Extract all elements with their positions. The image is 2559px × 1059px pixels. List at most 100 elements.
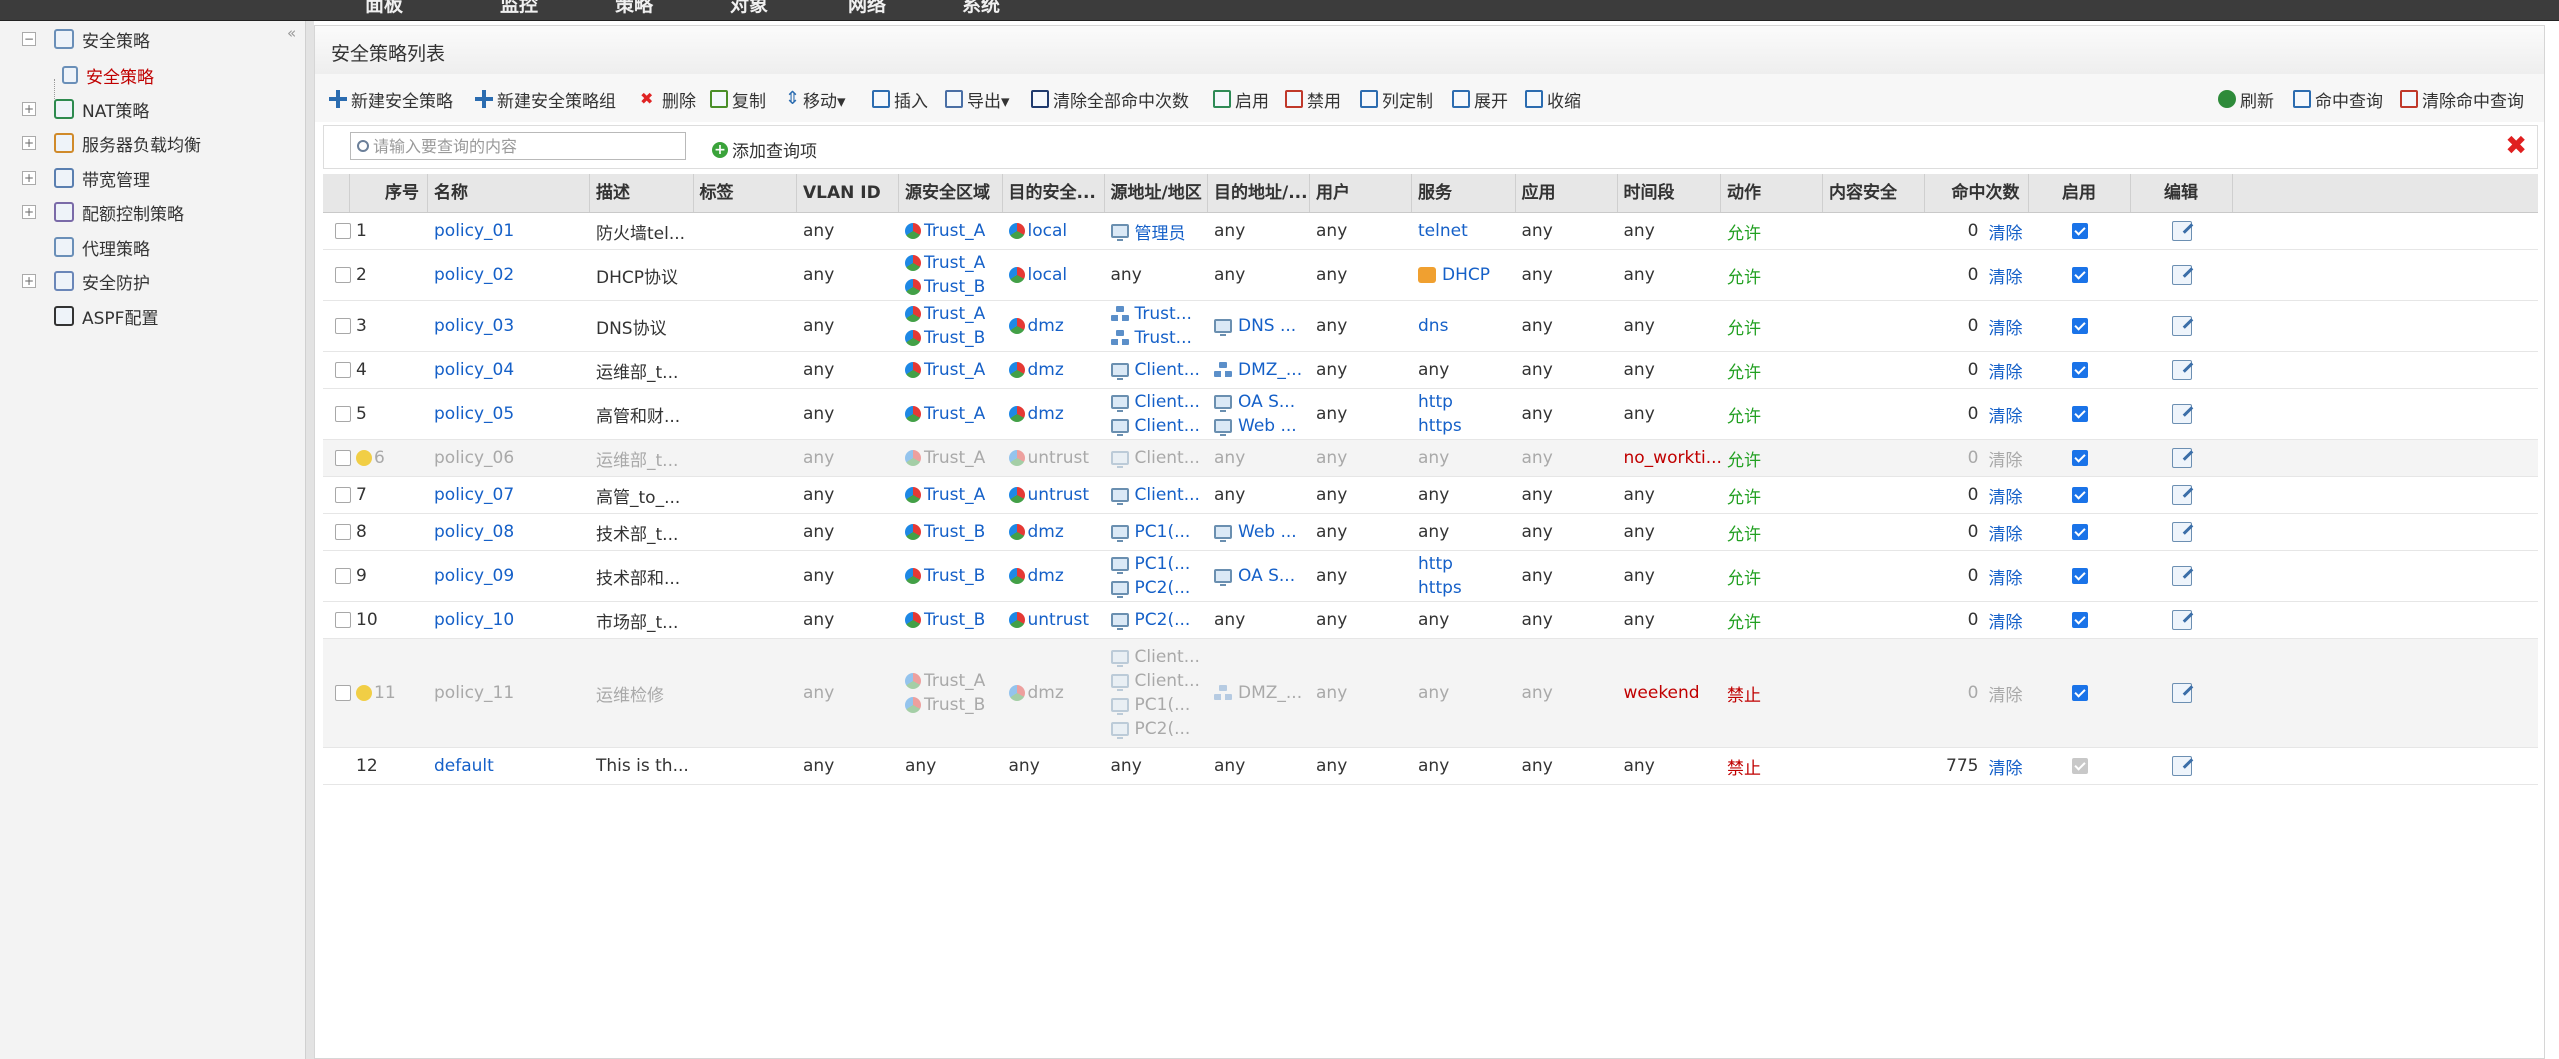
service-entry[interactable]: http [1418, 552, 1516, 576]
source-address-text[interactable]: Client... [1135, 448, 1200, 468]
service-text[interactable]: dns [1418, 316, 1448, 336]
enable-button[interactable]: 启用 [1213, 88, 1269, 112]
service-text[interactable]: http [1418, 392, 1453, 412]
row-checkbox[interactable] [335, 487, 351, 503]
search-input[interactable] [369, 135, 665, 157]
source-address-entry[interactable]: PC1(... [1110, 520, 1209, 544]
zone-entry[interactable]: untrust [1008, 446, 1105, 470]
policy-name-link[interactable]: policy_09 [434, 566, 590, 586]
enabled-checkbox[interactable] [2071, 223, 2088, 239]
enabled-checkbox[interactable] [2071, 612, 2088, 628]
zone-link[interactable]: Trust_A [924, 304, 985, 324]
policy-name-link[interactable]: policy_08 [434, 522, 590, 542]
edit-icon[interactable] [2171, 404, 2192, 424]
column-header[interactable]: 名称 [428, 174, 590, 212]
source-address-text[interactable]: PC2(... [1135, 610, 1191, 630]
edit-icon[interactable] [2171, 485, 2192, 505]
zone-link[interactable]: Trust_B [924, 522, 985, 542]
edit-icon[interactable] [2171, 448, 2192, 468]
table-row[interactable]: 10 policy_10 市场部_t... any Trust_B untrust PC2(… [323, 602, 2538, 639]
sidebar-splitter[interactable] [305, 21, 314, 1059]
source-address-entry[interactable]: Client... [1110, 446, 1209, 470]
zone-entry[interactable]: Trust_B [905, 326, 1003, 350]
service-entry[interactable]: https [1418, 414, 1516, 438]
destination-address-text[interactable]: DMZ_... [1238, 683, 1302, 703]
clear-hits-link[interactable]: 清除 [1989, 263, 2023, 288]
edit-icon[interactable] [2171, 522, 2192, 542]
column-header[interactable]: 内容安全 [1823, 174, 1925, 212]
zone-link[interactable]: Trust_A [924, 448, 985, 468]
zone-link[interactable]: local [1028, 221, 1068, 241]
policy-name-link[interactable]: policy_04 [434, 360, 590, 380]
source-address-entry[interactable]: PC2(... [1110, 576, 1209, 600]
column-header[interactable]: 用户 [1310, 174, 1412, 212]
source-address-entry[interactable]: Client... [1110, 358, 1209, 382]
zone-link[interactable]: Trust_A [924, 485, 985, 505]
enabled-checkbox[interactable] [2071, 267, 2088, 283]
expand-button[interactable]: 展开 [1452, 88, 1508, 112]
topnav-item[interactable]: 策略 [615, 0, 653, 17]
source-address-text[interactable]: Client... [1135, 416, 1200, 436]
zone-link[interactable]: dmz [1028, 360, 1064, 380]
policy-name-link[interactable]: policy_10 [434, 610, 590, 630]
copy-button[interactable]: 复制 [710, 88, 766, 112]
destination-address-text[interactable]: OA S... [1238, 566, 1295, 586]
destination-address-text[interactable]: Web ... [1238, 522, 1297, 542]
clear-hits-link[interactable]: 清除 [1989, 608, 2023, 633]
source-address-text[interactable]: PC1(... [1135, 554, 1191, 574]
sidebar-item[interactable]: + 安全防护 [22, 267, 150, 295]
zone-link[interactable]: Trust_A [924, 404, 985, 424]
destination-address-entry[interactable]: DMZ_... [1214, 681, 1310, 705]
zone-entry[interactable]: dmz [1008, 520, 1105, 544]
service-entry[interactable]: DHCP [1418, 263, 1516, 287]
source-address-text[interactable]: Client... [1135, 360, 1200, 380]
sidebar-item[interactable]: − 安全策略 [22, 25, 150, 53]
source-address-entry[interactable]: Client... [1110, 645, 1209, 669]
source-address-entry[interactable]: Trust... [1110, 326, 1209, 350]
collapse-button[interactable]: 收缩 [1525, 88, 1581, 112]
source-address-entry[interactable]: 管理员 [1110, 219, 1209, 244]
customize-cols-button[interactable]: 列定制 [1360, 88, 1433, 112]
sidebar-item[interactable]: 安全策略 [62, 61, 154, 89]
column-header[interactable]: VLAN ID [797, 174, 899, 212]
column-header[interactable]: 时间段 [1618, 174, 1721, 212]
table-row[interactable]: 8 policy_08 技术部_t... any Trust_B dmz PC1(... We… [323, 514, 2538, 551]
service-entry[interactable]: https [1418, 576, 1516, 600]
destination-address-entry[interactable]: OA S... [1214, 390, 1310, 414]
source-address-entry[interactable]: Client... [1110, 414, 1209, 438]
edit-icon[interactable] [2171, 566, 2192, 586]
table-row[interactable]: 2 policy_02 DHCP协议 any Trust_A Trust_B local an… [323, 250, 2538, 301]
zone-link[interactable]: Trust_B [924, 277, 985, 297]
zone-entry[interactable]: dmz [1008, 681, 1105, 705]
destination-address-text[interactable]: DNS ... [1238, 316, 1296, 336]
destination-address-entry[interactable]: OA S... [1214, 564, 1310, 588]
source-address-text[interactable]: Client... [1135, 671, 1200, 691]
column-header[interactable]: 动作 [1721, 174, 1823, 212]
export-button[interactable]: 导出▾ [945, 88, 1010, 112]
clear-hits-link[interactable]: 清除 [1989, 219, 2023, 244]
zone-entry[interactable]: Trust_B [905, 693, 1003, 717]
edit-icon[interactable] [2171, 316, 2192, 336]
collapse-icon[interactable]: − [22, 32, 36, 46]
edit-icon[interactable] [2171, 265, 2192, 285]
sidebar-item[interactable]: 代理策略 [22, 233, 150, 261]
column-header[interactable]: 描述 [590, 174, 694, 212]
zone-entry[interactable]: Trust_B [905, 564, 1003, 588]
sidebar-item[interactable]: + NAT策略 [22, 95, 149, 123]
destination-address-entry[interactable]: Web ... [1214, 414, 1310, 438]
expand-icon[interactable]: + [22, 136, 36, 150]
service-text[interactable]: telnet [1418, 221, 1468, 241]
zone-entry[interactable]: untrust [1008, 608, 1105, 632]
column-header[interactable]: 应用 [1516, 174, 1618, 212]
table-row[interactable]: 11 policy_11 运维检修 any Trust_A Trust_B dmz Clien… [323, 639, 2538, 748]
source-address-entry[interactable]: Client... [1110, 669, 1209, 693]
zone-entry[interactable]: Trust_A [905, 483, 1003, 507]
zone-link[interactable]: Trust_A [924, 671, 985, 691]
edit-icon[interactable] [2171, 610, 2192, 630]
zone-link[interactable]: Trust_B [924, 566, 985, 586]
zone-link[interactable]: dmz [1028, 566, 1064, 586]
zone-entry[interactable]: Trust_A [905, 302, 1003, 326]
topnav-item[interactable]: 对象 [730, 0, 768, 17]
zone-link[interactable]: Trust_B [924, 695, 985, 715]
column-header[interactable]: 目的安全... [1003, 174, 1105, 212]
